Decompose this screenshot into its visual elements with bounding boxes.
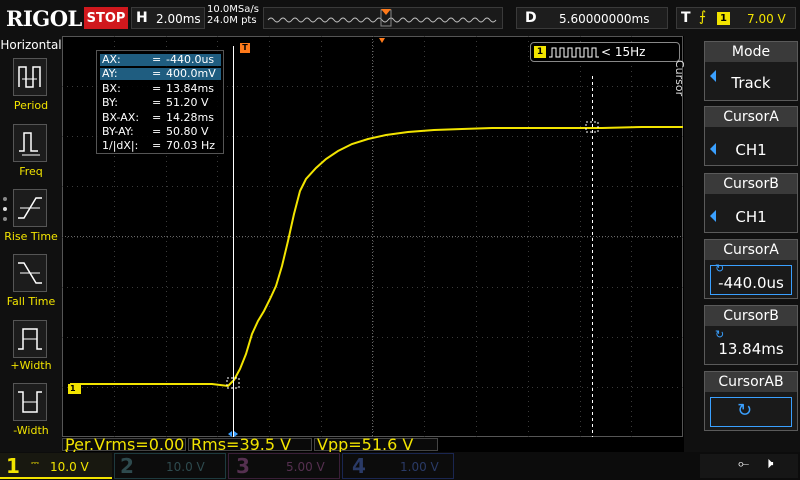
trigger-position-icon	[381, 9, 391, 15]
delay-box[interactable]: D 5.60000000ms	[516, 7, 668, 29]
cursor-row-bx: BX: = 13.84ms	[102, 82, 214, 95]
page-dot	[3, 207, 7, 211]
fall-time-icon	[18, 262, 42, 284]
cursor-a-position-value: -440.0us	[718, 274, 784, 292]
memory-overview-bar[interactable]	[263, 7, 503, 29]
cursor-a-source-title: CursorA	[705, 107, 797, 127]
timebase-value: 2.00ms	[156, 12, 201, 26]
acquisition-info: 10.0MSa/s 24.0M pts	[207, 4, 259, 26]
counter-channel-badge: 1	[534, 46, 546, 58]
knob-rotate-icon: ↻	[737, 400, 753, 421]
measurement-vpp[interactable]: Vpp=51.6 V	[314, 437, 438, 453]
dc-coupling-icon: ⎓	[31, 458, 39, 469]
plus-width-label: +Width	[10, 359, 52, 372]
plus-width-icon	[18, 328, 42, 350]
measure-freq-button[interactable]	[13, 124, 47, 162]
cursor-b-position-button[interactable]: CursorB ↻ 13.84ms	[704, 305, 798, 365]
delay-label: D	[525, 10, 537, 26]
measure-minus-width-button[interactable]	[13, 383, 47, 421]
trigger-label: T	[681, 10, 691, 26]
cursor-readout-panel: AX: = -440.0us AY: = 400.0mV BX: = 13.84ms BY:…	[96, 50, 224, 154]
delay-value: 5.60000000ms	[559, 12, 650, 26]
cursor-ab-button[interactable]: CursorAB ↻	[704, 371, 798, 431]
channel-3-number: 3	[236, 454, 250, 478]
cursor-row-ax: AX: = -440.0us	[100, 54, 221, 66]
memory-depth: 24.0M pts	[207, 15, 257, 26]
left-menu-title: Horizontal	[0, 38, 62, 52]
channel-4-scale: 1.00 V	[400, 460, 439, 474]
minus-width-icon	[18, 391, 42, 413]
channel-3-scale: 5.00 V	[286, 460, 325, 474]
page-dot	[3, 197, 7, 201]
frequency-counter: 1 < 15Hz	[530, 42, 680, 62]
period-label: Period	[13, 99, 49, 112]
measure-period-button[interactable]	[13, 58, 47, 96]
cursor-a-source-button[interactable]: CursorA CH1	[704, 106, 798, 166]
cursor-row-inv-dx: 1/|dX|: = 70.03 Hz	[102, 139, 216, 152]
cursor-row-bx-ax: BX-AX: = 14.28ms	[102, 111, 214, 124]
cursor-ab-title: CursorAB	[705, 372, 797, 392]
cursor-b-source-value: CH1	[735, 208, 767, 226]
trigger-box[interactable]: T ⨍ 1 7.00 V	[676, 7, 796, 29]
fall-time-label: Fall Time	[6, 295, 56, 308]
mode-title: Mode	[705, 42, 797, 62]
cursor-row-by: BY: = 51.20 V	[102, 96, 209, 109]
right-menu-title: Cursor	[673, 60, 686, 97]
trigger-time-marker[interactable]: T	[240, 43, 250, 53]
cursor-b-source-button[interactable]: CursorB CH1	[704, 173, 798, 233]
rise-time-label: Rise Time	[4, 230, 58, 243]
rise-time-icon	[18, 197, 42, 219]
horizontal-label: H	[136, 10, 148, 26]
measure-plus-width-button[interactable]	[13, 320, 47, 358]
mode-value: Track	[731, 74, 771, 92]
run-stop-indicator[interactable]: STOP	[84, 7, 128, 29]
cursor-b-position-value: 13.84ms	[718, 340, 784, 358]
measurement-vrms[interactable]: Per.Vrms=0.00 V	[62, 437, 186, 464]
timebase-box[interactable]: H 2.00ms	[131, 7, 205, 29]
freq-icon	[19, 132, 40, 156]
trigger-source-badge: 1	[717, 12, 730, 25]
minus-width-label: -Width	[13, 424, 49, 437]
cursor-b-position-title: CursorB	[705, 306, 797, 326]
channel-4-number: 4	[352, 454, 366, 478]
mode-button[interactable]: Mode Track	[704, 41, 798, 101]
freq-label: Freq	[19, 165, 43, 178]
measure-rise-time-button[interactable]	[13, 189, 47, 227]
channel-2-scale: 10.0 V	[166, 460, 205, 474]
pulse-train-icon	[549, 47, 599, 58]
ch1-offset-marker[interactable]: 1	[68, 384, 81, 394]
cursor-a-position-button[interactable]: CursorA ↻ -440.0us	[704, 239, 798, 299]
channel-2-number: 2	[120, 454, 134, 478]
usb-icon: ⟜	[738, 456, 750, 472]
measure-fall-time-button[interactable]	[13, 254, 47, 292]
cursor-a-position-title: CursorA	[705, 240, 797, 260]
cursor-row-ay: AY: = 400.0mV	[100, 68, 221, 80]
period-icon	[18, 66, 41, 88]
measurement-rms[interactable]: Rms=39.5 V	[188, 437, 312, 453]
sample-rate: 10.0MSa/s	[207, 4, 259, 15]
counter-value: < 15Hz	[601, 45, 646, 59]
trigger-level: 7.00 V	[747, 12, 786, 26]
speaker-mute-icon[interactable]: 🕨	[764, 454, 773, 472]
memory-overview-waveform	[267, 9, 497, 27]
channel-1-number: 1	[6, 454, 20, 478]
page-dot	[3, 217, 7, 221]
brand-logo: RIGOL	[6, 6, 82, 31]
rising-edge-icon: ⨍	[699, 9, 707, 25]
cursor-a-source-value: CH1	[735, 141, 767, 159]
channel-1-scale: 10.0 V	[50, 460, 89, 474]
cursor-row-by-ay: BY-AY: = 50.80 V	[102, 125, 209, 138]
cursor-b-source-title: CursorB	[705, 174, 797, 194]
